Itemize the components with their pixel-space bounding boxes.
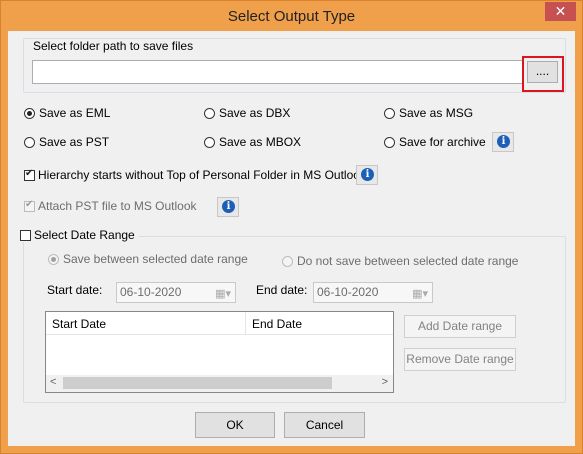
checkbox-label: Hierarchy starts without Top of Personal… [38,168,366,182]
radio-save-dbx[interactable]: Save as DBX [204,106,290,120]
radio-indicator [48,253,59,265]
attach-pst-info-button[interactable]: i [217,197,239,217]
calendar-icon: ▦▾ [412,288,428,300]
add-date-range-button[interactable]: Add Date range [404,315,516,338]
radio-indicator [204,136,215,148]
radio-label: Save for archive [399,135,486,149]
scroll-left-icon[interactable]: < [50,376,56,388]
info-icon: i [361,168,374,181]
start-date-label: Start date: [47,283,103,297]
attach-pst-checkbox[interactable]: Attach PST file to MS Outlook [24,199,197,213]
scroll-right-icon[interactable]: > [382,376,388,388]
radio-indicator [282,255,293,267]
info-icon: i [222,200,235,213]
radio-label: Save as MBOX [219,135,302,149]
radio-save-archive[interactable]: Save for archive [384,135,486,149]
radio-label: Save as PST [39,135,110,149]
column-divider [245,312,246,335]
radio-not-save-between[interactable]: Do not save between selected date range [282,254,518,268]
radio-save-eml[interactable]: Save as EML [24,106,110,120]
radio-indicator [24,107,35,119]
calendar-icon: ▦▾ [215,288,231,300]
radio-indicator [24,136,35,148]
scroll-thumb[interactable] [63,377,332,389]
hierarchy-info-button[interactable]: i [356,165,378,185]
end-date-label: End date: [256,283,308,297]
column-start-date[interactable]: Start Date [52,317,106,331]
radio-indicator [384,136,395,148]
checkbox-indicator [24,168,35,181]
close-icon: ✕ [554,3,567,19]
radio-indicator [384,107,395,119]
cancel-button[interactable]: Cancel [284,412,365,438]
archive-info-button[interactable]: i [492,132,514,152]
window-title: Select Output Type [227,8,356,25]
dialog-body: Select folder path to save files .... Sa… [8,31,575,446]
folder-path-input[interactable] [32,60,524,84]
close-button[interactable]: ✕ [545,2,576,21]
select-date-range-checkbox[interactable]: Select Date Range [20,228,138,242]
radio-indicator [204,107,215,119]
browse-button[interactable]: .... [527,61,558,83]
end-date-picker[interactable]: 06-10-2020 ▦▾ [313,282,433,303]
checkbox-indicator [20,229,31,241]
hierarchy-checkbox[interactable]: Hierarchy starts without Top of Personal… [24,168,366,182]
date-range-list[interactable]: Start Date End Date < > [45,311,394,393]
radio-save-pst[interactable]: Save as PST [24,135,109,149]
dialog-window: Select Output Type ✕ Select folder path … [0,0,583,454]
checkbox-label: Select Date Range [34,228,135,242]
column-end-date[interactable]: End Date [252,317,302,331]
start-date-value: 06-10-2020 [120,285,182,299]
start-date-picker[interactable]: 06-10-2020 ▦▾ [116,282,236,303]
checkbox-label: Attach PST file to MS Outlook [38,199,197,213]
folder-group-label: Select folder path to save files [31,39,196,53]
ok-button[interactable]: OK [195,412,275,438]
radio-label: Save as MSG [399,106,474,120]
list-header: Start Date End Date [46,312,393,335]
radio-label: Save as DBX [219,106,291,120]
radio-label: Save between selected date range [63,252,248,266]
radio-label: Save as EML [39,106,111,120]
end-date-value: 06-10-2020 [317,285,379,299]
radio-save-between[interactable]: Save between selected date range [48,252,248,266]
title-bar[interactable]: Select Output Type ✕ [1,1,582,32]
radio-save-mbox[interactable]: Save as MBOX [204,135,301,149]
remove-date-range-button[interactable]: Remove Date range [404,348,516,371]
radio-save-msg[interactable]: Save as MSG [384,106,473,120]
horizontal-scrollbar[interactable]: < > [46,375,393,392]
info-icon: i [497,135,510,148]
radio-label: Do not save between selected date range [297,254,519,268]
checkbox-indicator [24,199,35,212]
